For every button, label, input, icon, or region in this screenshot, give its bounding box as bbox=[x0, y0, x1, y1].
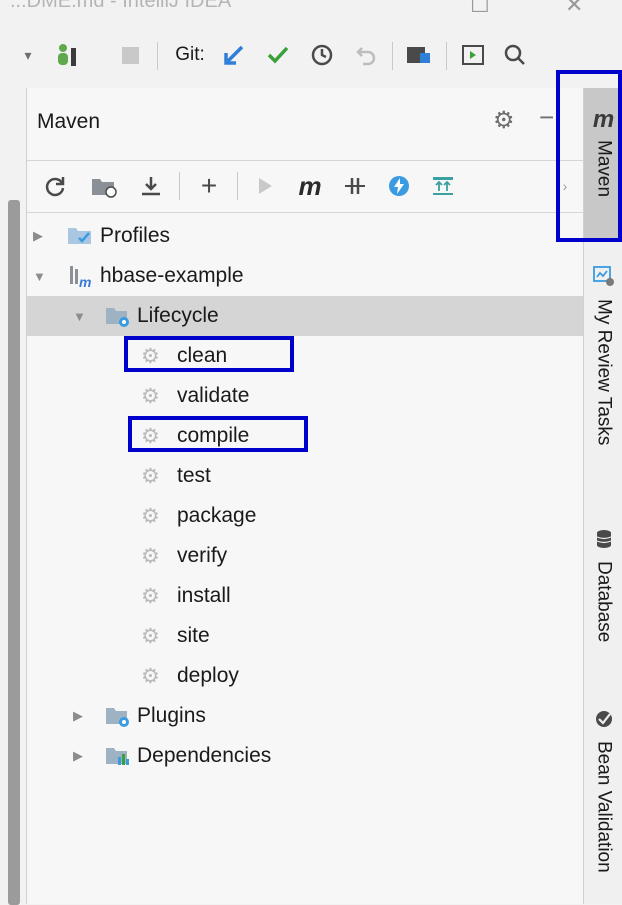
tab-label: My Review Tasks bbox=[593, 299, 615, 446]
close-window-icon[interactable]: ✕ bbox=[565, 0, 583, 18]
gear-icon: ⚙ bbox=[141, 624, 160, 648]
bean-validation-icon bbox=[593, 708, 615, 735]
history-clock-icon[interactable] bbox=[306, 40, 338, 70]
tree-node-dependencies[interactable]: ▶ Dependencies bbox=[27, 736, 583, 776]
gear-icon: ⚙ bbox=[141, 544, 160, 568]
tree-node-lifecycle[interactable]: ▼ Lifecycle bbox=[27, 296, 583, 336]
run-play-icon[interactable] bbox=[249, 170, 281, 202]
gear-icon: ⚙ bbox=[141, 384, 160, 408]
maximize-window-icon[interactable]: ☐ bbox=[470, 0, 490, 18]
collapse-arrow-icon[interactable]: ▼ bbox=[73, 309, 87, 324]
tab-bean-validation[interactable]: Bean Validation bbox=[584, 708, 622, 873]
settings-gear-icon[interactable]: ⚙ bbox=[493, 106, 515, 135]
tree-node-goal-test[interactable]: ⚙ test bbox=[27, 456, 583, 496]
tab-my-review-tasks[interactable]: My Review Tasks bbox=[584, 264, 622, 445]
maven-module-icon: m bbox=[67, 264, 93, 290]
project-structure-icon[interactable] bbox=[402, 40, 436, 70]
git-update-icon[interactable] bbox=[218, 40, 250, 70]
highlight-box-compile bbox=[128, 416, 308, 452]
main-toolbar: ▾ Git: bbox=[0, 22, 622, 89]
tree-node-goal-install[interactable]: ⚙ install bbox=[27, 576, 583, 616]
tree-node-profiles[interactable]: ▶ Profiles bbox=[27, 216, 583, 256]
svg-text:m: m bbox=[79, 274, 91, 288]
window-title-bar: ...DME.md - IntelliJ IDEA ☐ ✕ bbox=[0, 0, 622, 22]
debug-bug-icon[interactable] bbox=[52, 40, 82, 70]
maven-toolbar: + m › bbox=[27, 160, 583, 213]
collapse-arrow-icon[interactable]: ▼ bbox=[33, 269, 47, 284]
tree-node-goal-package[interactable]: ⚙ package bbox=[27, 496, 583, 536]
highlight-box-clean bbox=[124, 336, 294, 372]
tree-node-label: Lifecycle bbox=[137, 304, 219, 327]
dependencies-folder-icon bbox=[105, 744, 131, 768]
download-sources-icon[interactable] bbox=[135, 170, 167, 202]
run-anything-icon[interactable] bbox=[456, 40, 490, 70]
skip-tests-lightning-icon[interactable] bbox=[383, 170, 415, 202]
git-commit-icon[interactable] bbox=[262, 40, 294, 70]
tree-node-label: Profiles bbox=[100, 224, 171, 247]
database-icon bbox=[594, 528, 614, 555]
expand-arrow-icon[interactable]: ▶ bbox=[33, 228, 47, 244]
tree-node-goal-deploy[interactable]: ⚙ deploy bbox=[27, 656, 583, 696]
tree-node-label: Dependencies bbox=[137, 744, 272, 767]
gear-icon: ⚙ bbox=[141, 464, 160, 488]
rollback-icon[interactable] bbox=[350, 40, 382, 70]
show-dependencies-icon[interactable] bbox=[427, 170, 459, 202]
plugins-folder-icon bbox=[105, 704, 131, 728]
tree-node-label: site bbox=[177, 624, 210, 647]
tree-node-goal-verify[interactable]: ⚙ verify bbox=[27, 536, 583, 576]
tree-node-plugins[interactable]: ▶ Plugins bbox=[27, 696, 583, 736]
tab-label: Bean Validation bbox=[593, 741, 615, 873]
maven-tool-window: Maven ⚙ − + m › ▶ Profiles ▼ m hbase-exa… bbox=[27, 88, 583, 904]
tab-database[interactable]: Database bbox=[584, 528, 622, 642]
search-icon[interactable] bbox=[500, 40, 530, 70]
profiles-folder-icon bbox=[67, 224, 93, 248]
tree-node-hbase-example[interactable]: ▼ m hbase-example bbox=[27, 256, 583, 296]
gear-icon: ⚙ bbox=[141, 584, 160, 608]
tree-node-goal-validate[interactable]: ⚙ validate bbox=[27, 376, 583, 416]
stop-icon[interactable] bbox=[116, 40, 144, 70]
window-title: ...DME.md - IntelliJ IDEA bbox=[10, 0, 232, 12]
maven-header: Maven ⚙ − bbox=[27, 88, 583, 161]
maven-title: Maven bbox=[37, 110, 101, 133]
gear-icon: ⚙ bbox=[141, 504, 160, 528]
run-config-dropdown-icon[interactable]: ▾ bbox=[18, 40, 38, 70]
editor-scrollbar[interactable] bbox=[8, 200, 20, 905]
review-tasks-icon bbox=[592, 264, 616, 293]
generate-sources-icon[interactable] bbox=[87, 170, 121, 202]
tree-node-goal-clean[interactable]: ⚙ clean bbox=[27, 336, 583, 376]
hide-minus-icon[interactable]: − bbox=[539, 102, 554, 133]
reload-icon[interactable] bbox=[39, 170, 71, 202]
tree-node-label: Plugins bbox=[137, 704, 206, 727]
tree-node-label: package bbox=[177, 504, 257, 527]
highlight-box-maven-tab bbox=[556, 70, 622, 242]
tree-node-label: test bbox=[177, 464, 211, 487]
add-plus-icon[interactable]: + bbox=[193, 170, 225, 202]
toggle-offline-icon[interactable] bbox=[339, 170, 371, 202]
tree-node-label: install bbox=[177, 584, 231, 607]
tab-label: Database bbox=[593, 561, 615, 643]
tree-node-label: verify bbox=[177, 544, 228, 567]
execute-goal-m-icon[interactable]: m bbox=[293, 170, 327, 202]
gear-icon: ⚙ bbox=[141, 664, 160, 688]
tree-node-label: hbase-example bbox=[100, 264, 244, 287]
lifecycle-folder-icon bbox=[105, 304, 131, 328]
tree-node-goal-site[interactable]: ⚙ site bbox=[27, 616, 583, 656]
expand-arrow-icon[interactable]: ▶ bbox=[73, 748, 87, 764]
tree-node-label: validate bbox=[177, 384, 250, 407]
tree-node-label: deploy bbox=[177, 664, 239, 687]
git-label: Git: bbox=[175, 44, 205, 65]
expand-arrow-icon[interactable]: ▶ bbox=[73, 708, 87, 724]
